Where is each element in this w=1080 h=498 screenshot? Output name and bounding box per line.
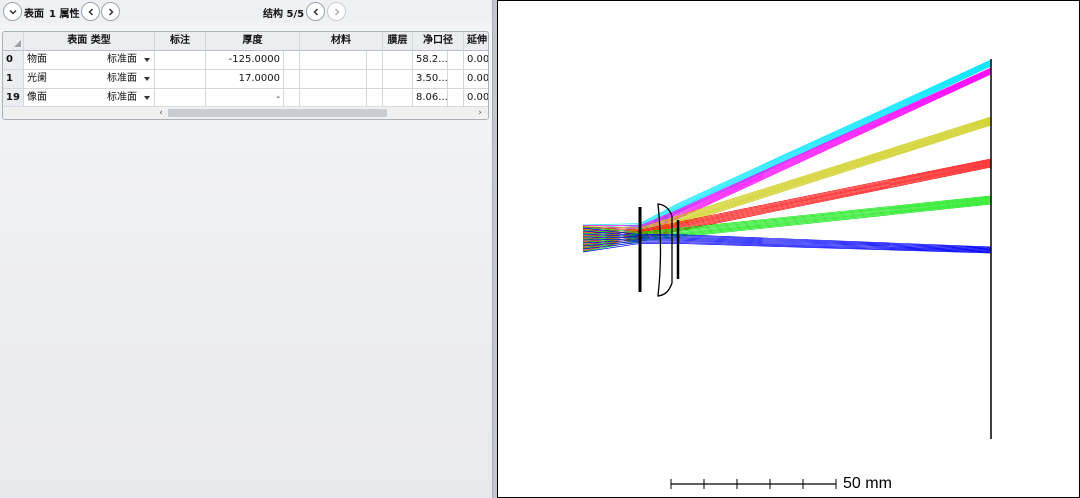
extension-cell[interactable]: 0.00... <box>464 70 488 89</box>
thickness-cell[interactable]: 17.0000 <box>206 70 284 89</box>
surface-type-cell[interactable]: 光阑 标准面 <box>24 70 155 89</box>
dropdown-arrow-icon[interactable] <box>144 96 150 100</box>
lens-data-toolbar: 表面 1 属性 结构 5/5 <box>0 0 492 23</box>
thickness-solve-cell[interactable] <box>284 89 300 106</box>
dropdown-arrow-icon[interactable] <box>144 77 150 81</box>
properties-label: 1 属性 <box>49 9 80 20</box>
coating-cell[interactable] <box>383 70 413 89</box>
grid-corner[interactable] <box>3 32 24 51</box>
thickness-solve-cell[interactable] <box>284 51 300 70</box>
surface-label: 表面 <box>24 9 44 20</box>
row-number[interactable]: 0 <box>3 51 24 70</box>
scale-bar-label: 50 mm <box>843 475 892 492</box>
coating-cell[interactable] <box>383 89 413 106</box>
col-header-extension[interactable]: 延伸 <box>464 32 488 51</box>
configuration-label: 结构 5/5 <box>263 9 305 20</box>
surface-type-cell[interactable]: 物面 标准面 <box>24 51 155 70</box>
surface-type-value: 标准面 <box>107 54 137 65</box>
comment-cell[interactable] <box>155 89 206 106</box>
surface-name: 物面 <box>27 54 47 65</box>
col-header-coating[interactable]: 膜层 <box>383 32 413 51</box>
col-header-surface-type[interactable]: 表面 类型 <box>24 32 155 51</box>
lens-data-grid: 表面 类型 标注 厚度 材料 膜层 净口径 延伸 0 物面 标准面 -125.0… <box>2 31 489 120</box>
col-header-comment[interactable]: 标注 <box>155 32 206 51</box>
chevron-left-icon <box>312 7 318 16</box>
chevron-down-icon <box>8 9 17 15</box>
col-header-material[interactable]: 材料 <box>300 32 383 51</box>
dropdown-arrow-icon[interactable] <box>144 58 150 62</box>
material-solve-cell[interactable] <box>367 89 383 106</box>
clear-semi-dia-solve-cell[interactable] <box>448 51 464 70</box>
coating-cell[interactable] <box>383 51 413 70</box>
prev-config-button[interactable] <box>306 2 325 21</box>
surface-type-cell[interactable]: 像面 标准面 <box>24 89 155 106</box>
material-solve-cell[interactable] <box>367 51 383 70</box>
thickness-cell[interactable]: - <box>206 89 284 106</box>
col-header-clear-semi-dia[interactable]: 净口径 <box>413 32 464 51</box>
material-cell[interactable] <box>300 70 367 89</box>
clear-semi-dia-solve-cell[interactable] <box>448 89 464 106</box>
chevron-right-icon <box>334 7 340 16</box>
surface-name: 像面 <box>27 92 47 103</box>
comment-cell[interactable] <box>155 70 206 89</box>
chevron-right-icon <box>108 7 114 16</box>
clear-semi-dia-solve-cell[interactable] <box>448 70 464 89</box>
clear-semi-dia-cell[interactable]: 8.06... <box>413 89 448 106</box>
scroll-left-icon[interactable]: ‹ <box>155 107 167 119</box>
surface-type-value: 标准面 <box>107 92 137 103</box>
material-solve-cell[interactable] <box>367 70 383 89</box>
prev-surface-button[interactable] <box>81 2 100 21</box>
extension-cell[interactable]: 0.00... <box>464 51 488 70</box>
clear-semi-dia-cell[interactable]: 3.50... <box>413 70 448 89</box>
row-number[interactable]: 19 <box>3 89 24 106</box>
scrollbar-thumb[interactable] <box>168 109 387 117</box>
clear-semi-dia-cell[interactable]: 58.2... <box>413 51 448 70</box>
scroll-right-icon[interactable]: › <box>474 107 486 119</box>
optical-layout-drawing <box>582 59 992 489</box>
row-number[interactable]: 1 <box>3 70 24 89</box>
next-surface-button[interactable] <box>101 2 120 21</box>
surface-name: 光阑 <box>27 73 47 84</box>
material-cell[interactable] <box>300 51 367 70</box>
collapse-button[interactable] <box>3 2 22 21</box>
col-header-thickness[interactable]: 厚度 <box>206 32 300 51</box>
thickness-cell[interactable]: -125.0000 <box>206 51 284 70</box>
horizontal-scrollbar[interactable]: ‹ › <box>3 106 488 119</box>
thickness-solve-cell[interactable] <box>284 70 300 89</box>
material-cell[interactable] <box>300 89 367 106</box>
chevron-left-icon <box>87 7 93 16</box>
next-config-button[interactable] <box>327 2 346 21</box>
extension-cell[interactable]: 0.00... <box>464 89 488 106</box>
lens-data-panel: 表面 1 属性 结构 5/5 表面 类型 标注 厚度 材料 膜层 净口径 延伸 … <box>0 0 492 498</box>
comment-cell[interactable] <box>155 51 206 70</box>
layout-view: 50 mm <box>497 0 1080 498</box>
ray-line <box>582 160 992 234</box>
surface-type-value: 标准面 <box>107 73 137 84</box>
